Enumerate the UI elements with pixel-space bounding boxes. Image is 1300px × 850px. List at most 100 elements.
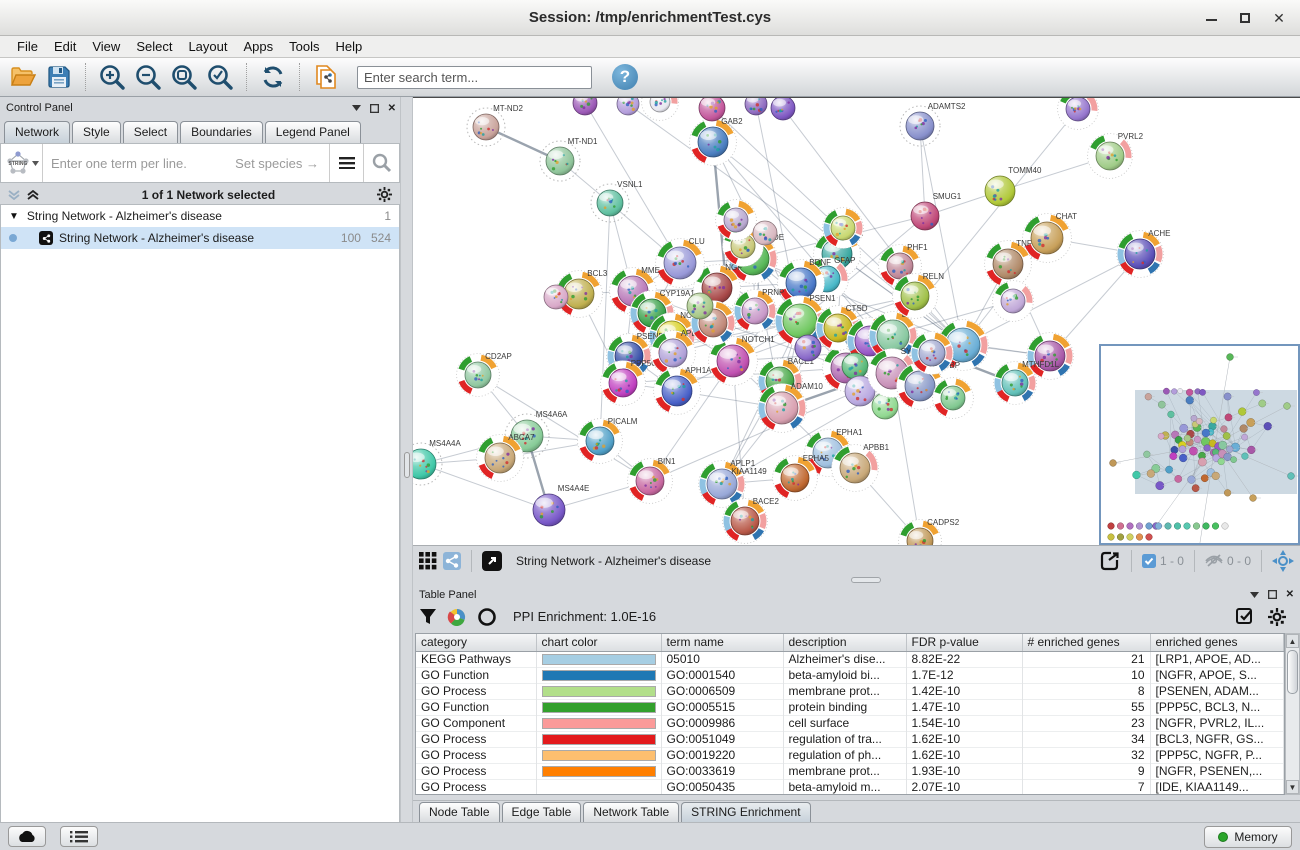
cloud-tasks-button[interactable] xyxy=(8,826,46,847)
network-node[interactable] xyxy=(573,98,597,115)
network-node[interactable] xyxy=(544,285,568,309)
maximize-button[interactable] xyxy=(1232,8,1258,28)
chart-ring-icon[interactable] xyxy=(477,607,497,627)
network-node-adamts2[interactable]: ADAMTS2 xyxy=(900,102,966,146)
help-icon[interactable]: ? xyxy=(612,64,638,90)
network-node[interactable] xyxy=(716,200,757,241)
zoom-in-icon[interactable] xyxy=(97,62,127,92)
divider-grip[interactable] xyxy=(404,452,410,478)
network-node[interactable] xyxy=(795,335,821,361)
menu-help[interactable]: Help xyxy=(329,37,370,56)
clone-network-icon[interactable] xyxy=(311,62,341,92)
column-header[interactable]: term name xyxy=(661,634,783,651)
enrichment-table[interactable]: categorychart colorterm namedescriptionF… xyxy=(415,633,1285,795)
network-node-tomm40[interactable]: TOMM40 xyxy=(985,166,1042,206)
column-header[interactable]: # enriched genes xyxy=(1022,634,1150,651)
zoom-selected-icon[interactable] xyxy=(205,62,235,92)
network-node[interactable] xyxy=(687,293,713,319)
network-node-picalm[interactable]: PICALM xyxy=(578,417,638,463)
filter-icon[interactable] xyxy=(419,608,437,626)
network-node-ms4a4e[interactable]: MS4A4E xyxy=(533,484,589,526)
network-node[interactable] xyxy=(642,98,679,120)
scrollbar-thumb[interactable] xyxy=(1287,650,1298,694)
network-node[interactable] xyxy=(1058,98,1099,129)
task-history-button[interactable] xyxy=(60,826,98,847)
network-node-vsnl1[interactable]: VSNL1 xyxy=(591,180,643,222)
network-row[interactable]: String Network - Alzheimer's disease 100… xyxy=(1,227,399,249)
network-node-abca7[interactable]: ABCA7 xyxy=(477,433,535,481)
network-node-ms4a4a[interactable]: MS4A4A xyxy=(413,439,461,485)
menu-layout[interactable]: Layout xyxy=(181,37,234,56)
scroll-down-icon[interactable]: ▼ xyxy=(1286,780,1299,794)
panel-divider[interactable] xyxy=(400,97,413,822)
zoom-fit-icon[interactable] xyxy=(169,62,199,92)
table-gear-icon[interactable] xyxy=(1268,608,1286,626)
minimize-button[interactable] xyxy=(1198,8,1224,28)
refresh-icon[interactable] xyxy=(258,62,288,92)
network-navigator[interactable] xyxy=(1099,344,1300,545)
share-view-icon[interactable] xyxy=(443,552,461,570)
network-node-clu[interactable]: CLU xyxy=(656,237,705,287)
column-header[interactable]: chart color xyxy=(536,634,661,651)
table-row[interactable]: GO ProcessGO:0033619membrane prot...1.93… xyxy=(416,763,1284,779)
table-row[interactable]: GO ComponentGO:0009986cell surface1.54E-… xyxy=(416,715,1284,731)
export-network-icon[interactable] xyxy=(1099,550,1121,572)
table-row[interactable]: GO ProcessGO:0050435beta-amyloid m...2.0… xyxy=(416,779,1284,795)
menu-edit[interactable]: Edit xyxy=(47,37,83,56)
table-row[interactable]: GO ProcessGO:0051049regulation of tra...… xyxy=(416,731,1284,747)
table-row[interactable]: KEGG Pathways05010Alzheimer's dise...8.8… xyxy=(416,651,1284,667)
table-row[interactable]: GO ProcessGO:0006509membrane prot...1.42… xyxy=(416,683,1284,699)
network-node-mthfd1l[interactable]: MTHFD1L xyxy=(994,360,1060,404)
panel-close-icon[interactable]: ✕ xyxy=(388,103,396,114)
network-node-bin1[interactable]: BIN1 xyxy=(628,457,676,503)
selected-checkbox-icon[interactable] xyxy=(1142,554,1156,568)
tab-style[interactable]: Style xyxy=(72,121,121,143)
panel-menu-icon[interactable] xyxy=(1250,592,1259,598)
string-logo-icon[interactable]: STRING xyxy=(1,144,43,182)
chart-pie-icon[interactable] xyxy=(447,607,467,627)
splitter-grip[interactable] xyxy=(851,577,881,583)
collapse-all-icon[interactable] xyxy=(8,190,21,200)
table-row[interactable]: GO FunctionGO:0001540beta-amyloid bi...1… xyxy=(416,667,1284,683)
network-node[interactable] xyxy=(745,98,767,115)
panel-float-icon[interactable] xyxy=(370,104,379,113)
column-header[interactable]: category xyxy=(416,634,536,651)
network-node-mt-nd1[interactable]: MT-ND1 xyxy=(540,137,598,181)
scroll-up-icon[interactable]: ▲ xyxy=(1286,634,1299,648)
network-node-chat[interactable]: CHAT xyxy=(1023,212,1077,262)
table-header-row[interactable]: categorychart colorterm namedescriptionF… xyxy=(416,634,1284,651)
network-node[interactable] xyxy=(842,353,868,379)
tab-edge-table[interactable]: Edge Table xyxy=(502,802,582,822)
column-header[interactable]: FDR p-value xyxy=(906,634,1022,651)
network-node[interactable] xyxy=(993,281,1034,322)
panel-menu-icon[interactable] xyxy=(352,105,361,111)
column-header[interactable]: enriched genes xyxy=(1150,634,1284,651)
tab-legend-panel[interactable]: Legend Panel xyxy=(265,121,361,143)
network-edge[interactable] xyxy=(600,203,610,441)
network-node-ache[interactable]: ACHE xyxy=(1117,229,1171,277)
close-button[interactable]: ✕ xyxy=(1266,8,1292,28)
string-query-input[interactable]: Enter one term per line. xyxy=(43,156,235,171)
network-node[interactable] xyxy=(617,98,639,115)
network-node[interactable] xyxy=(753,221,777,245)
string-search-icon[interactable] xyxy=(363,144,399,182)
network-node-cd2ap[interactable]: CD2AP xyxy=(457,352,512,396)
menu-file[interactable]: File xyxy=(10,37,45,56)
search-input[interactable] xyxy=(357,66,592,89)
expand-all-icon[interactable] xyxy=(27,190,40,200)
memory-button[interactable]: Memory xyxy=(1204,826,1292,848)
table-row[interactable]: GO ProcessGO:0019220regulation of ph...1… xyxy=(416,747,1284,763)
network-node[interactable] xyxy=(699,98,725,121)
network-node-pvrl2[interactable]: PVRL2 xyxy=(1088,132,1144,178)
string-options-icon[interactable] xyxy=(329,144,363,182)
zoom-out-icon[interactable] xyxy=(133,62,163,92)
save-session-icon[interactable] xyxy=(44,62,74,92)
network-node-aph1a[interactable]: APH1A xyxy=(654,366,713,414)
network-node-reln[interactable]: RELN xyxy=(893,272,945,318)
network-node[interactable] xyxy=(771,98,795,120)
tab-select[interactable]: Select xyxy=(123,121,178,143)
select-columns-icon[interactable] xyxy=(1236,608,1254,626)
network-node[interactable] xyxy=(933,378,974,419)
menu-view[interactable]: View xyxy=(85,37,127,56)
detach-view-icon[interactable] xyxy=(482,551,502,571)
